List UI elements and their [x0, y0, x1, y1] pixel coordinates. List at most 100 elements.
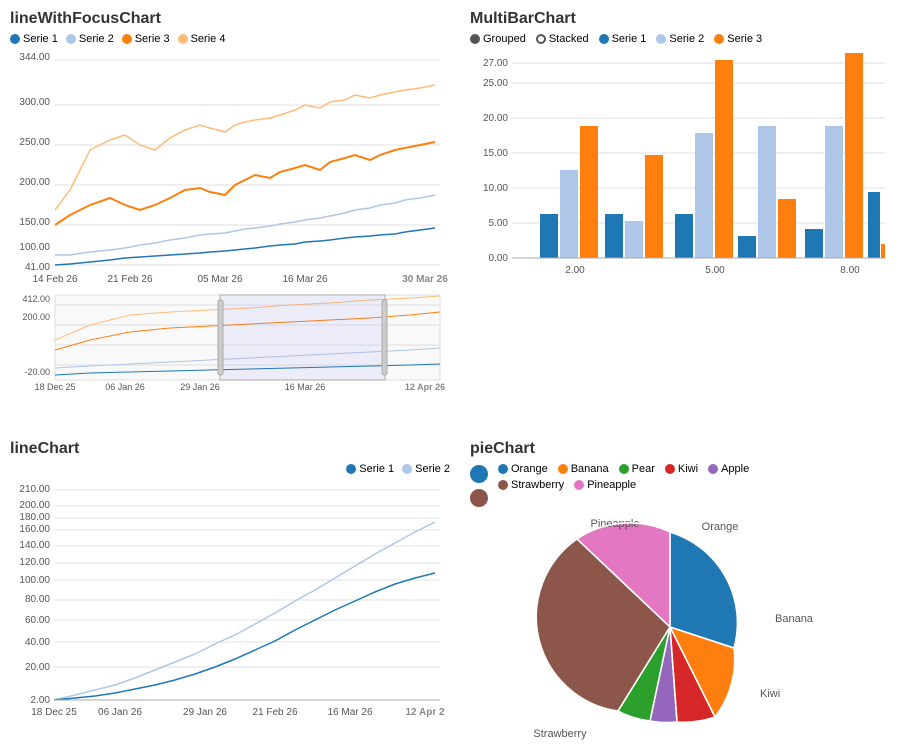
mb-dot-1 — [599, 34, 609, 44]
pc-label-kiwi: Kiwi — [760, 688, 780, 700]
svg-text:18 Dec 25: 18 Dec 25 — [34, 382, 75, 392]
svg-text:5.00: 5.00 — [705, 265, 725, 276]
mb-svg: 27.00 25.00 20.00 15.00 10.00 5.00 0.00 — [470, 48, 890, 368]
svg-text:10.00: 10.00 — [483, 183, 508, 194]
line-with-focus-chart: lineWithFocusChart Serie 1 Serie 2 Serie… — [0, 0, 460, 430]
svg-text:16 Mar 26: 16 Mar 26 — [327, 707, 372, 718]
svg-text:150.00: 150.00 — [19, 217, 50, 228]
mb-label-1: Serie 1 — [612, 33, 647, 45]
pc-apple-dot — [708, 464, 718, 474]
mb-legend-s1: Serie 1 — [599, 33, 647, 45]
lc-svg: 210.00 200.00 180.00 160.00 140.00 120.0… — [10, 480, 450, 745]
lwf-svg: 344.00 300.00 250.00 200.00 150.00 100.0… — [10, 50, 450, 420]
svg-text:21 Feb 26: 21 Feb 26 — [107, 274, 152, 285]
svg-text:16 Mar 26: 16 Mar 26 — [282, 274, 327, 285]
mb-dot-2 — [656, 34, 666, 44]
svg-text:29 Jan 26: 29 Jan 26 — [183, 707, 227, 718]
lwf-legend-2: Serie 2 — [66, 33, 114, 45]
svg-text:60.00: 60.00 — [25, 615, 50, 626]
svg-text:200.00: 200.00 — [22, 312, 50, 322]
lwf-dot-1 — [10, 34, 20, 44]
svg-text:18 Dec 25: 18 Dec 25 — [31, 707, 77, 718]
lc-label-1: Serie 1 — [359, 463, 394, 475]
svg-text:200.00: 200.00 — [19, 177, 50, 188]
svg-text:140.00: 140.00 — [19, 540, 50, 551]
svg-text:2.00: 2.00 — [565, 265, 585, 276]
svg-text:20.00: 20.00 — [25, 662, 50, 673]
pc-pear-dot — [619, 464, 629, 474]
svg-text:100.00: 100.00 — [19, 575, 50, 586]
lc-title: lineChart — [10, 440, 450, 458]
pc-svg: Orange Banana Kiwi Strawberry Pineapple — [470, 512, 890, 742]
svg-text:27.00: 27.00 — [483, 58, 508, 69]
svg-text:0.00: 0.00 — [489, 253, 509, 264]
svg-text:12 Apr 2: 12 Apr 2 — [405, 707, 445, 718]
svg-text:30 Mar 26: 30 Mar 26 — [402, 274, 448, 285]
svg-text:200.00: 200.00 — [19, 500, 50, 511]
mb-legend-stacked[interactable]: Stacked — [536, 33, 589, 45]
pc-legend-row1: Orange Banana Pear Kiwi — [498, 463, 749, 475]
pc-apple-label: Apple — [721, 463, 749, 475]
svg-text:05 Mar 26: 05 Mar 26 — [197, 274, 242, 285]
svg-text:5.00: 5.00 — [489, 218, 509, 229]
svg-text:210.00: 210.00 — [19, 484, 50, 495]
pc-pear-label: Pear — [632, 463, 655, 475]
svg-text:160.00: 160.00 — [19, 524, 50, 535]
svg-text:100.00: 100.00 — [19, 242, 50, 253]
mb-legend-s2: Serie 2 — [656, 33, 704, 45]
lwf-legend: Serie 1 Serie 2 Serie 3 Serie 4 — [10, 33, 450, 45]
pc-big-dot-2 — [470, 489, 488, 507]
lwf-label-1: Serie 1 — [23, 33, 58, 45]
svg-text:-20.00: -20.00 — [24, 367, 50, 377]
svg-text:180.00: 180.00 — [19, 512, 50, 523]
mb-label-3: Serie 3 — [727, 33, 762, 45]
pc-label-strawberry: Strawberry — [533, 728, 587, 740]
lwf-title: lineWithFocusChart — [10, 10, 450, 28]
svg-text:2.00: 2.00 — [31, 695, 51, 706]
svg-text:40.00: 40.00 — [25, 637, 50, 648]
mb-title: MultiBarChart — [470, 10, 890, 28]
lc-legend-2: Serie 2 — [402, 463, 450, 475]
lc-legend-1: Serie 1 — [346, 463, 394, 475]
lwf-label-2: Serie 2 — [79, 33, 114, 45]
svg-text:06 Jan 26: 06 Jan 26 — [105, 382, 145, 392]
svg-text:120.00: 120.00 — [19, 557, 50, 568]
svg-text:12 Apr 26: 12 Apr 26 — [405, 382, 445, 392]
lwf-label-3: Serie 3 — [135, 33, 170, 45]
pie-chart: pieChart Orange Banana — [460, 430, 900, 740]
mb-legend-s3: Serie 3 — [714, 33, 762, 45]
lwf-y-max: 344.00 — [19, 52, 50, 63]
lc-dot-2 — [402, 464, 412, 474]
lwf-dot-3 — [122, 34, 132, 44]
svg-text:21 Feb 26: 21 Feb 26 — [252, 707, 297, 718]
svg-text:15.00: 15.00 — [483, 148, 508, 159]
pc-big-dot-1 — [470, 465, 488, 483]
lc-dot-1 — [346, 464, 356, 474]
multi-bar-chart: MultiBarChart Grouped Stacked Serie 1 Se… — [460, 0, 900, 430]
svg-text:29 Jan 26: 29 Jan 26 — [180, 382, 220, 392]
lwf-legend-3: Serie 3 — [122, 33, 170, 45]
pc-label-banana: Banana — [775, 613, 814, 625]
grouped-radio — [470, 34, 480, 44]
svg-text:16 Mar 26: 16 Mar 26 — [285, 382, 326, 392]
svg-text:8.00: 8.00 — [840, 265, 860, 276]
lwf-dot-2 — [66, 34, 76, 44]
lwf-dot-4 — [178, 34, 188, 44]
mb-legend: Grouped Stacked Serie 1 Serie 2 Serie 3 — [470, 33, 890, 45]
svg-text:06 Jan 26: 06 Jan 26 — [98, 707, 142, 718]
mb-dot-3 — [714, 34, 724, 44]
svg-text:25.00: 25.00 — [483, 78, 508, 89]
svg-text:250.00: 250.00 — [19, 137, 50, 148]
grouped-label: Grouped — [483, 33, 526, 45]
mb-label-2: Serie 2 — [669, 33, 704, 45]
pc-legend-row2: Strawberry Pineapple — [498, 479, 749, 491]
line-chart: lineChart Serie 1 Serie 2 210.00 200.00 … — [0, 430, 460, 740]
svg-text:412.00: 412.00 — [22, 294, 50, 304]
mb-legend-grouped[interactable]: Grouped — [470, 33, 526, 45]
pc-title: pieChart — [470, 440, 890, 458]
stacked-radio — [536, 34, 546, 44]
svg-text:80.00: 80.00 — [25, 594, 50, 605]
lc-legend: Serie 1 Serie 2 — [10, 463, 450, 475]
stacked-label: Stacked — [549, 33, 589, 45]
lwf-y-min: 41.00 — [25, 262, 50, 273]
